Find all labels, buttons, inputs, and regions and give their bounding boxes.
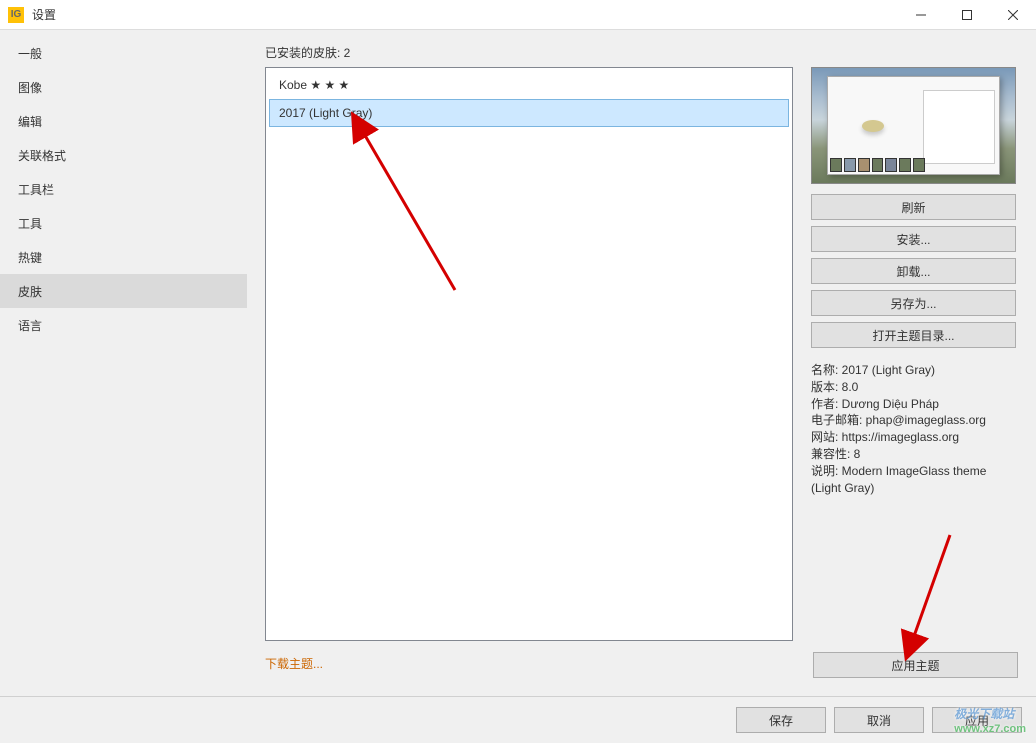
detail-desc-label: 说明: bbox=[811, 464, 842, 478]
detail-website-label: 网站: bbox=[811, 430, 842, 444]
right-column: 刷新 安装... 卸载... 另存为... 打开主题目录... 名称: 2017… bbox=[811, 67, 1016, 641]
detail-version-value: 8.0 bbox=[842, 380, 859, 394]
skin-item-2017-light-gray[interactable]: 2017 (Light Gray) bbox=[269, 99, 789, 127]
apply-theme-button[interactable]: 应用主题 bbox=[813, 652, 1018, 678]
dialog-footer: 保存 取消 应用 bbox=[0, 696, 1036, 743]
theme-preview-image bbox=[811, 67, 1016, 184]
apply-button[interactable]: 应用 bbox=[932, 707, 1022, 733]
detail-name-value: 2017 (Light Gray) bbox=[842, 363, 935, 377]
titlebar: IG 设置 bbox=[0, 0, 1036, 30]
detail-author-value: Dương Diệu Pháp bbox=[842, 397, 939, 411]
save-as-button[interactable]: 另存为... bbox=[811, 290, 1016, 316]
theme-details: 名称: 2017 (Light Gray) 版本: 8.0 作者: Dương … bbox=[811, 362, 1016, 496]
installed-count-label: 已安装的皮肤: 2 bbox=[265, 44, 1018, 61]
sidebar-item-tools[interactable]: 工具 bbox=[0, 206, 247, 240]
detail-website-value: https://imageglass.org bbox=[842, 430, 959, 444]
save-button[interactable]: 保存 bbox=[736, 707, 826, 733]
sidebar-item-assoc[interactable]: 关联格式 bbox=[0, 138, 247, 172]
sidebar-item-language[interactable]: 语言 bbox=[0, 308, 247, 342]
app-icon: IG bbox=[8, 7, 24, 23]
sidebar-item-general[interactable]: 一般 bbox=[0, 36, 247, 70]
detail-email-value: phap@imageglass.org bbox=[866, 413, 986, 427]
sidebar-item-image[interactable]: 图像 bbox=[0, 70, 247, 104]
uninstall-button[interactable]: 卸载... bbox=[811, 258, 1016, 284]
install-button[interactable]: 安装... bbox=[811, 226, 1016, 252]
open-theme-dir-button[interactable]: 打开主题目录... bbox=[811, 322, 1016, 348]
sidebar-item-hotkeys[interactable]: 热键 bbox=[0, 240, 247, 274]
detail-author-label: 作者: bbox=[811, 397, 842, 411]
detail-compat-value: 8 bbox=[854, 447, 861, 461]
maximize-button[interactable] bbox=[944, 0, 990, 30]
skin-item-kobe[interactable]: Kobe ★ ★ ★ bbox=[269, 71, 789, 99]
main-panel: 已安装的皮肤: 2 Kobe ★ ★ ★ 2017 (Light Gray) 刷… bbox=[247, 30, 1036, 696]
sidebar: 一般 图像 编辑 关联格式 工具栏 工具 热键 皮肤 语言 bbox=[0, 30, 247, 696]
close-button[interactable] bbox=[990, 0, 1036, 30]
window-title: 设置 bbox=[32, 6, 56, 23]
sidebar-item-toolbar[interactable]: 工具栏 bbox=[0, 172, 247, 206]
sidebar-item-edit[interactable]: 编辑 bbox=[0, 104, 247, 138]
cancel-button[interactable]: 取消 bbox=[834, 707, 924, 733]
refresh-button[interactable]: 刷新 bbox=[811, 194, 1016, 220]
detail-version-label: 版本: bbox=[811, 380, 842, 394]
minimize-button[interactable] bbox=[898, 0, 944, 30]
skin-listbox[interactable]: Kobe ★ ★ ★ 2017 (Light Gray) bbox=[265, 67, 793, 641]
detail-email-label: 电子邮箱: bbox=[811, 413, 866, 427]
download-theme-link[interactable]: 下载主题... bbox=[265, 655, 323, 672]
detail-name-label: 名称: bbox=[811, 363, 842, 377]
sidebar-item-skin[interactable]: 皮肤 bbox=[0, 274, 247, 308]
detail-compat-label: 兼容性: bbox=[811, 447, 854, 461]
